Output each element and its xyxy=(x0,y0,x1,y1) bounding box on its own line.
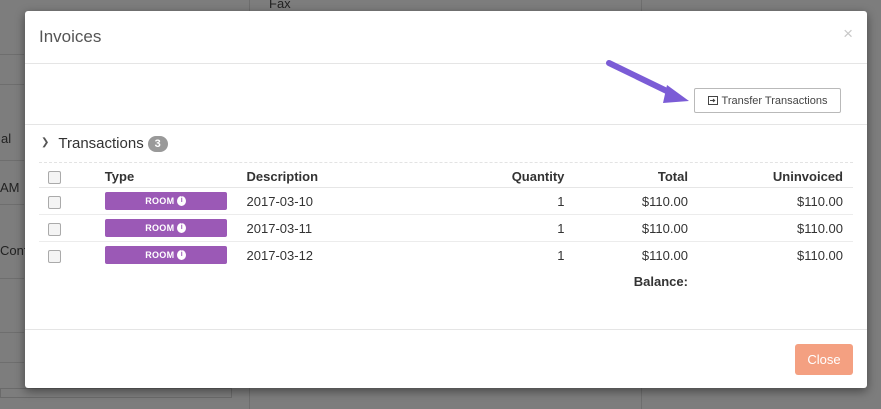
annotation-arrow-icon xyxy=(606,60,689,103)
select-all-checkbox[interactable] xyxy=(48,170,61,184)
transfer-transactions-label: Transfer Transactions xyxy=(721,94,828,107)
column-header-quantity: Quantity xyxy=(418,165,565,188)
total-cell: $110.00 xyxy=(564,241,688,268)
uninvoiced-cell: $110.00 xyxy=(796,193,843,209)
description-cell: 2017-03-10 xyxy=(246,193,314,209)
background-divider xyxy=(0,84,24,85)
quantity-cell: 1 xyxy=(557,193,565,209)
description-cell: 2017-03-11 xyxy=(246,214,419,242)
background-divider xyxy=(0,54,24,55)
close-button[interactable]: Close xyxy=(795,344,853,375)
row-checkbox[interactable] xyxy=(48,249,61,263)
modal-footer-divider xyxy=(25,329,867,330)
transfer-icon xyxy=(707,96,718,105)
column-header-type: Type xyxy=(104,165,247,188)
table-row: ROOM i 2017-03-10 1 $110.00 $110.00 xyxy=(39,188,853,215)
total-cell: $110.00 xyxy=(564,214,688,242)
type-badge: ROOM i xyxy=(104,219,227,237)
type-badge: ROOM i xyxy=(104,246,227,264)
modal-toolbar: Transfer Transactions xyxy=(25,64,867,125)
background-text: Conf xyxy=(0,243,28,258)
invoices-modal: Invoices × Transfer Transactions ❯ Trans… xyxy=(25,11,867,388)
description-cell: 2017-03-12 xyxy=(246,241,419,268)
background-field xyxy=(0,388,232,398)
uninvoiced-cell: $110.00 xyxy=(687,214,853,242)
balance-value xyxy=(688,268,853,294)
balance-label: Balance: xyxy=(633,273,688,289)
quantity-cell: 1 xyxy=(418,214,565,242)
table-row: ROOM i 2017-03-12 1 $110.00 $110.00 xyxy=(39,241,853,268)
info-icon: i xyxy=(177,196,187,206)
uninvoiced-cell: $110.00 xyxy=(687,241,853,268)
type-label: ROOM xyxy=(145,196,175,206)
info-icon: i xyxy=(177,250,187,260)
type-badge: ROOM i xyxy=(104,192,227,210)
background-text: AM xyxy=(0,180,20,195)
column-header-uninvoiced: Uninvoiced xyxy=(687,165,853,188)
transfer-transactions-button[interactable]: Transfer Transactions xyxy=(694,88,841,113)
transactions-table: Type Description Quantity Total Uninvoic… xyxy=(39,165,853,294)
column-header-description: Description xyxy=(246,165,419,188)
type-label: ROOM xyxy=(145,223,175,233)
table-row: ROOM i 2017-03-11 1 $110.00 $110.00 xyxy=(39,214,853,242)
background-text: Fax xyxy=(269,0,291,11)
table-header-row: Type Description Quantity Total Uninvoic… xyxy=(39,165,853,188)
row-checkbox[interactable] xyxy=(48,195,61,209)
close-icon[interactable]: × xyxy=(843,25,853,42)
background-divider xyxy=(0,204,24,205)
background-divider xyxy=(0,332,24,333)
row-checkbox[interactable] xyxy=(48,222,61,236)
column-header-total: Total xyxy=(564,165,688,188)
modal-header: Invoices × xyxy=(25,11,867,64)
section-title: Transactions xyxy=(58,135,144,152)
transactions-section-header[interactable]: ❯ Transactions 3 xyxy=(41,135,168,152)
count-badge: 3 xyxy=(147,135,168,152)
background-text: al xyxy=(1,131,12,146)
type-label: ROOM xyxy=(145,250,175,260)
quantity-cell: 1 xyxy=(418,241,565,268)
balance-row: Balance: xyxy=(39,268,853,294)
background-divider xyxy=(0,362,24,363)
total-cell: $110.00 xyxy=(641,193,688,209)
select-all-cell xyxy=(39,165,105,188)
background-divider xyxy=(0,278,24,279)
section-divider xyxy=(39,162,853,163)
info-icon: i xyxy=(177,223,187,233)
modal-title: Invoices xyxy=(39,27,102,46)
chevron-down-icon[interactable]: ❯ xyxy=(41,137,49,148)
background-divider xyxy=(0,160,24,161)
